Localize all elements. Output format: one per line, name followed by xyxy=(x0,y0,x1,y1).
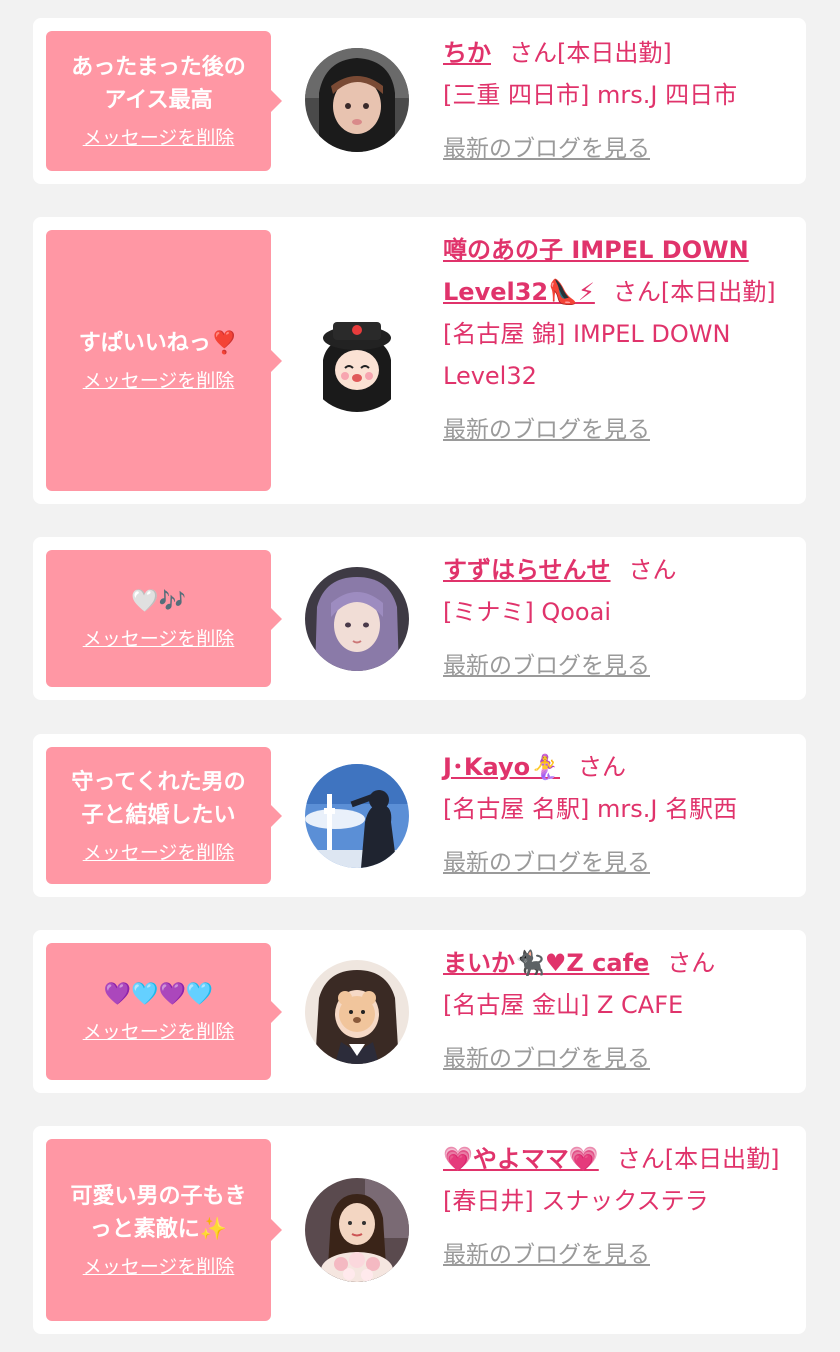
latest-blog-link[interactable]: 最新のブログを見る xyxy=(443,1234,788,1276)
message-text: 守ってくれた男の 子と結婚したい xyxy=(71,769,246,828)
latest-blog-link[interactable]: 最新のブログを見る xyxy=(443,409,788,451)
delete-message-link[interactable]: メッセージを削除 xyxy=(83,1254,235,1280)
message-card: 💜🩵💜🩵 メッセージを削除 まいか🐈‍⬛♥Z cafe さん [名古屋 金山] Z… xyxy=(33,930,806,1093)
message-text: 💜🩵💜🩵 xyxy=(103,982,214,1007)
profile-name-link[interactable]: 💗やよママ💗 xyxy=(443,1145,599,1173)
profile-info: 💗やよママ💗 さん[本日出勤] [春日井] スナックステラ 最新のブログを見る xyxy=(443,1138,788,1276)
delete-message-link[interactable]: メッセージを削除 xyxy=(83,626,235,652)
latest-blog-link[interactable]: 最新のブログを見る xyxy=(443,842,788,884)
profile-suffix: さん[本日出勤] xyxy=(616,1145,780,1173)
profile-name-link[interactable]: まいか🐈‍⬛♥Z cafe xyxy=(443,949,649,977)
profile-info: すずはらせんせ さん [ミナミ] Qooai 最新のブログを見る xyxy=(443,549,788,687)
latest-blog-link[interactable]: 最新のブログを見る xyxy=(443,645,788,687)
message-card: 守ってくれた男の 子と結婚したい メッセージを削除 J･Kayo🧜‍♀️ さん [… xyxy=(33,734,806,897)
message-bubble: あったまった後の アイス最高 メッセージを削除 xyxy=(46,31,282,171)
profile-name-link[interactable]: ちか xyxy=(443,39,491,67)
message-bubble: 💜🩵💜🩵 メッセージを削除 xyxy=(46,943,282,1080)
shop-location: [春日井] スナックステラ xyxy=(443,1187,709,1215)
message-bubble: 🤍🎶 メッセージを削除 xyxy=(46,550,282,687)
message-text: 🤍🎶 xyxy=(131,589,186,614)
delete-message-link[interactable]: メッセージを削除 xyxy=(83,368,235,394)
message-card: すぱいいねっ❣️ メッセージを削除 噂のあの子 IMPEL DOWN Level… xyxy=(33,217,806,504)
message-text: あったまった後の アイス最高 xyxy=(71,55,246,113)
avatar[interactable] xyxy=(305,567,409,671)
message-card: 可愛い男の子もき っと素敵に✨ メッセージを削除 💗やよママ💗 さん[本日出勤] … xyxy=(33,1126,806,1334)
profile-name-link[interactable]: すずはらせんせ xyxy=(443,556,611,584)
profile-suffix: さん[本日出勤] xyxy=(509,39,672,67)
message-bubble: 可愛い男の子もき っと素敵に✨ メッセージを削除 xyxy=(46,1139,282,1321)
delete-message-link[interactable]: メッセージを削除 xyxy=(83,1019,235,1045)
profile-suffix: さん[本日出勤] xyxy=(612,278,776,306)
shop-location: [三重 四日市] mrs.J 四日市 xyxy=(443,81,738,109)
latest-blog-link[interactable]: 最新のブログを見る xyxy=(443,128,788,170)
latest-blog-link[interactable]: 最新のブログを見る xyxy=(443,1038,788,1080)
profile-suffix: さん xyxy=(578,753,626,781)
delete-message-link[interactable]: メッセージを削除 xyxy=(83,125,235,151)
profile-info: 噂のあの子 IMPEL DOWN Level32👠⚡ さん[本日出勤] [名古屋 … xyxy=(443,229,788,451)
avatar[interactable] xyxy=(305,1178,409,1282)
profile-info: まいか🐈‍⬛♥Z cafe さん [名古屋 金山] Z CAFE 最新のブログを見… xyxy=(443,942,788,1080)
shop-location: [名古屋 錦] IMPEL DOWN Level32 xyxy=(443,320,731,390)
avatar[interactable] xyxy=(305,308,409,412)
message-card: あったまった後の アイス最高 メッセージを削除 ちか さん[本日出勤] [三重 四… xyxy=(33,18,806,184)
message-bubble: 守ってくれた男の 子と結婚したい メッセージを削除 xyxy=(46,747,282,884)
message-bubble: すぱいいねっ❣️ メッセージを削除 xyxy=(46,230,282,491)
avatar[interactable] xyxy=(305,960,409,1064)
profile-info: J･Kayo🧜‍♀️ さん [名古屋 名駅] mrs.J 名駅西 最新のブログを見… xyxy=(443,746,788,884)
profile-suffix: さん xyxy=(628,556,677,584)
profile-suffix: さん xyxy=(667,949,716,977)
avatar[interactable] xyxy=(305,764,409,868)
message-text: すぱいいねっ❣️ xyxy=(78,331,239,356)
avatar[interactable] xyxy=(305,48,409,152)
delete-message-link[interactable]: メッセージを削除 xyxy=(83,840,235,866)
message-card: 🤍🎶 メッセージを削除 すずはらせんせ さん [ミナミ] Qooai 最新のブログ… xyxy=(33,537,806,700)
profile-name-link[interactable]: J･Kayo🧜‍♀️ xyxy=(443,753,560,781)
message-text: 可愛い男の子もき っと素敵に✨ xyxy=(70,1184,247,1242)
shop-location: [ミナミ] Qooai xyxy=(443,598,611,626)
shop-location: [名古屋 金山] Z CAFE xyxy=(443,991,684,1019)
profile-info: ちか さん[本日出勤] [三重 四日市] mrs.J 四日市 最新のブログを見る xyxy=(443,32,788,170)
shop-location: [名古屋 名駅] mrs.J 名駅西 xyxy=(443,795,738,823)
